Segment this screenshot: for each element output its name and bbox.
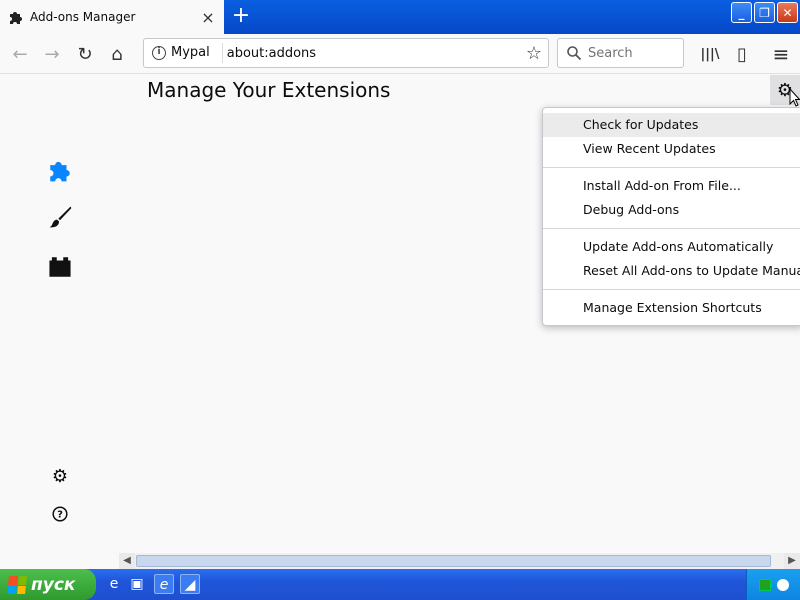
ie-quicklaunch-icon[interactable]: e [104, 574, 124, 594]
scroll-right-icon[interactable]: ▶ [784, 553, 800, 569]
menu-item-reset-update-manually[interactable]: Reset All Add-ons to Update Manually [543, 259, 800, 283]
tab-addons-manager[interactable]: Add-ons Manager × [0, 0, 224, 34]
identity-label[interactable]: Mypal [171, 43, 223, 63]
page-title: Manage Your Extensions [147, 78, 391, 102]
svg-text:?: ? [57, 510, 63, 521]
home-button[interactable]: ⌂ [103, 40, 131, 68]
tab-title: Add-ons Manager [30, 10, 136, 24]
sidebar-toggle-button[interactable]: ▯ [728, 40, 756, 68]
maximize-button[interactable]: ❐ [754, 2, 775, 23]
ie-taskbar-icon[interactable]: e [154, 574, 174, 594]
media-quicklaunch-icon[interactable]: ▣ [127, 574, 147, 594]
scrollbar-thumb[interactable] [136, 555, 771, 567]
search-placeholder: Search [588, 45, 633, 61]
sidebar-item-extensions[interactable] [47, 157, 73, 183]
search-icon [567, 46, 582, 61]
tab-close-icon[interactable]: × [198, 8, 218, 27]
menu-item-manage-shortcuts[interactable]: Manage Extension Shortcuts [543, 296, 800, 320]
window-controls: _ ❐ ✕ [731, 2, 798, 23]
taskbar: пуск e ▣ e ◢ [0, 569, 800, 600]
addon-support-button[interactable]: ? [47, 501, 73, 527]
new-tab-button[interactable]: + [228, 3, 254, 29]
tools-menu: Check for Updates View Recent Updates In… [542, 107, 800, 326]
scroll-left-icon[interactable]: ◀ [119, 553, 135, 569]
horizontal-scrollbar[interactable]: ◀ ▶ [119, 553, 800, 569]
puzzle-icon [8, 9, 24, 25]
close-window-button[interactable]: ✕ [777, 2, 798, 23]
sidebar-item-plugins[interactable] [47, 254, 73, 280]
menu-button[interactable]: ≡ [767, 40, 795, 68]
start-label: пуск [31, 574, 76, 595]
brush-icon [49, 206, 72, 228]
minimize-button[interactable]: _ [731, 2, 752, 23]
menu-item-update-automatically[interactable]: Update Add-ons Automatically [543, 235, 800, 259]
url-input[interactable]: about:addons [227, 46, 526, 61]
menu-separator [543, 167, 800, 168]
plugin-icon [49, 257, 71, 277]
reload-button[interactable]: ↻ [71, 40, 99, 68]
nav-bar: ← → ↻ ⌂ i Mypal about:addons ☆ Search ||… [0, 34, 800, 74]
browser-taskbar-icon[interactable]: ◢ [180, 574, 200, 594]
menu-separator [543, 289, 800, 290]
search-input[interactable]: Search [557, 38, 684, 68]
star-icon[interactable]: ☆ [526, 43, 542, 64]
info-icon[interactable]: i [152, 46, 166, 60]
mouse-cursor-icon [789, 88, 800, 107]
menu-item-debug-addons[interactable]: Debug Add-ons [543, 198, 800, 222]
sidebar-item-themes[interactable] [47, 204, 73, 230]
menu-item-view-recent-updates[interactable]: View Recent Updates [543, 137, 800, 161]
help-icon: ? [52, 506, 68, 522]
puzzle-icon [50, 161, 70, 182]
gear-icon: ⚙ [51, 465, 69, 487]
url-bar[interactable]: i Mypal about:addons ☆ [143, 38, 549, 68]
back-button[interactable]: ← [6, 40, 34, 68]
menu-item-check-updates[interactable]: Check for Updates [543, 113, 800, 137]
start-button[interactable]: пуск [0, 569, 96, 600]
menu-item-install-from-file[interactable]: Install Add-on From File... [543, 174, 800, 198]
forward-button[interactable]: → [38, 40, 66, 68]
system-tray [746, 569, 800, 600]
addon-options-button[interactable]: ⚙ [47, 463, 73, 489]
library-button[interactable]: |||\ [696, 40, 724, 68]
menu-separator [543, 228, 800, 229]
network-tray-icon[interactable] [758, 578, 771, 591]
update-tray-icon[interactable] [776, 578, 789, 591]
title-bar: Add-ons Manager × + _ ❐ ✕ [0, 0, 800, 34]
windows-logo-icon [7, 575, 27, 594]
